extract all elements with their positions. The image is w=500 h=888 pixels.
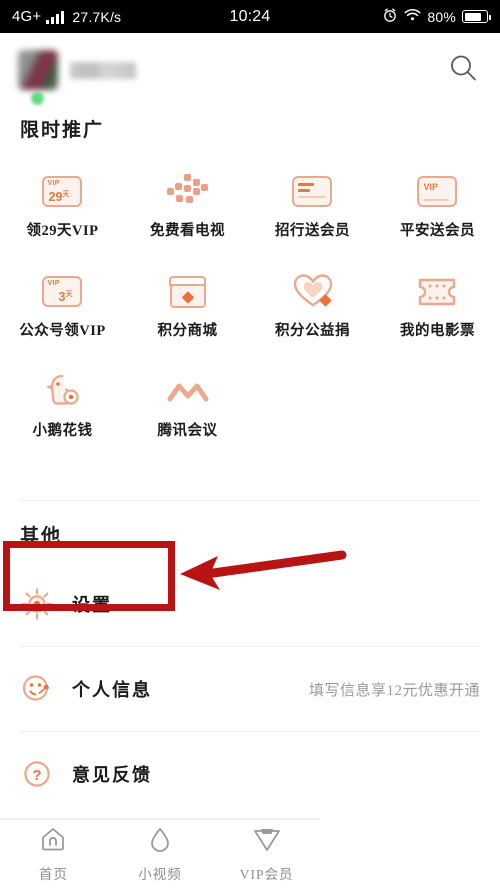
nav-item-label: 小视频 xyxy=(138,866,182,882)
promo-item-tencent-meeting[interactable]: 腾讯会议 xyxy=(125,356,250,456)
bottom-nav: 首页 小视频 VIP会员 xyxy=(0,818,320,888)
promo-item-movie-ticket[interactable]: 我的电影票 xyxy=(375,256,500,356)
points-store-icon xyxy=(167,272,209,310)
question-mark-icon: ? xyxy=(20,757,54,791)
promo-item-label: 我的电影票 xyxy=(400,323,475,339)
list-item-feedback[interactable]: ? 意见反馈 xyxy=(0,732,500,816)
promo-grid-empty-cell xyxy=(375,356,500,456)
goose-wallet-icon xyxy=(42,372,84,410)
settings-gear-icon xyxy=(20,587,54,621)
nav-item-label: 首页 xyxy=(38,866,68,882)
promo-item-label: 平安送会员 xyxy=(400,223,475,239)
section-spacer xyxy=(0,456,500,500)
promo-item-label: 腾讯会议 xyxy=(157,423,218,439)
nav-item-vip[interactable]: VIP会员 xyxy=(213,826,320,883)
other-section-title: 其他 xyxy=(20,526,63,547)
battery-icon xyxy=(462,10,491,23)
network-speed-label: 27.7K/s xyxy=(72,8,122,25)
promo-item-wechat-vip[interactable]: VIP 3天 公众号领VIP xyxy=(0,256,125,356)
list-item-personal-info[interactable]: 个人信息 填写信息享12元优惠开通 xyxy=(0,647,500,731)
promo-grid-empty-cell xyxy=(250,356,375,456)
profile-wrench-icon xyxy=(20,672,54,706)
promo-item-goose-wallet[interactable]: 小鹅花钱 xyxy=(0,356,125,456)
alarm-clock-icon xyxy=(382,7,398,27)
vip-tag-label: VIP xyxy=(47,280,60,287)
promo-item-points-store[interactable]: 积分商城 xyxy=(125,256,250,356)
network-type-label: 4G+ xyxy=(12,8,42,25)
promo-item-pingan[interactable]: VIP 平安送会员 xyxy=(375,156,500,256)
vip-tag-label: VIP xyxy=(423,182,439,192)
page-header xyxy=(0,33,500,107)
promo-item-free-tv[interactable]: 免费看电视 xyxy=(125,156,250,256)
home-icon xyxy=(39,826,67,857)
vip-days-unit: 天 xyxy=(65,290,73,298)
status-bar-left: 4G+ 27.7K/s xyxy=(12,8,121,25)
movie-ticket-icon xyxy=(417,272,459,310)
promo-item-label: 积分商城 xyxy=(157,323,218,339)
signal-bars-icon xyxy=(46,10,65,24)
vip-card-29-days-icon: VIP 29天 xyxy=(41,172,84,210)
search-icon[interactable] xyxy=(448,53,478,88)
list-item-label: 设置 xyxy=(72,595,112,615)
username-label xyxy=(70,61,136,79)
promo-grid: VIP 29天 领29天VIP 免费看电视 招行送会员 VIP 平安送会员 VI… xyxy=(0,156,500,456)
nav-item-label: VIP会员 xyxy=(239,866,294,882)
promo-item-cmb[interactable]: 招行送会员 xyxy=(250,156,375,256)
droplet-icon xyxy=(148,826,172,857)
nav-item-short-video[interactable]: 小视频 xyxy=(107,826,214,883)
promo-item-vip29[interactable]: VIP 29天 领29天VIP xyxy=(0,156,125,256)
avatar[interactable] xyxy=(18,50,58,90)
promo-item-label: 公众号领VIP xyxy=(19,323,106,339)
promo-section-title: 限时推广 xyxy=(20,120,105,141)
bank-card-cmb-icon xyxy=(291,172,334,210)
promo-item-charity[interactable]: 积分公益捐 xyxy=(250,256,375,356)
svg-text:?: ? xyxy=(32,767,41,784)
status-bar-right: 80% xyxy=(382,7,491,27)
promo-item-label: 领29天VIP xyxy=(26,223,99,239)
list-item-label: 个人信息 xyxy=(72,680,152,700)
bowtie-vip-icon xyxy=(252,826,282,857)
battery-percent-label: 80% xyxy=(427,8,456,25)
promo-item-label: 免费看电视 xyxy=(150,223,225,239)
vip-days-number: 3 xyxy=(58,290,66,304)
wifi-icon xyxy=(404,8,421,26)
tencent-meeting-icon xyxy=(167,372,209,410)
list-item-settings[interactable]: 设置 xyxy=(0,562,500,646)
vip-card-pingan-icon: VIP xyxy=(416,172,459,210)
vip-card-3-days-icon: VIP 3天 xyxy=(41,272,84,310)
avatar-status-badge xyxy=(31,92,44,105)
vip-tag-label: VIP xyxy=(47,180,60,187)
charity-heart-icon xyxy=(292,272,334,310)
tv-dots-icon xyxy=(166,172,209,210)
vip-days-unit: 天 xyxy=(62,190,70,198)
promo-item-label: 小鹅花钱 xyxy=(32,423,93,439)
promo-item-label: 积分公益捐 xyxy=(275,323,350,339)
list-item-hint: 填写信息享12元优惠开通 xyxy=(308,682,480,699)
vip-days-number: 29 xyxy=(48,190,63,204)
nav-item-home[interactable]: 首页 xyxy=(0,826,107,883)
status-bar: 4G+ 27.7K/s 10:24 80% xyxy=(0,0,500,33)
promo-item-label: 招行送会员 xyxy=(275,223,350,239)
phone-screen: 4G+ 27.7K/s 10:24 80% 限时推广 VIP 29天 领29天V… xyxy=(0,0,500,888)
list-item-label: 意见反馈 xyxy=(72,765,152,785)
